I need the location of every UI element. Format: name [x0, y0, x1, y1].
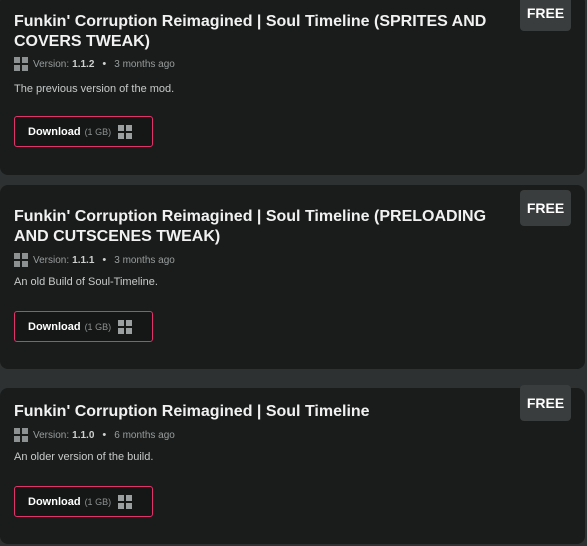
file-description: An older version of the build. [14, 451, 154, 463]
price-badge: FREE [520, 190, 571, 226]
file-title: Funkin' Corruption Reimagined | Soul Tim… [14, 403, 370, 420]
meta-separator: • [102, 254, 107, 266]
download-label: Download [28, 320, 81, 333]
price-badge: FREE [520, 0, 571, 31]
file-meta: Version: 1.1.2 • 3 months ago [14, 56, 175, 72]
windows-icon [118, 494, 133, 509]
file-card: Funkin' Corruption Reimagined | Soul Tim… [0, 0, 585, 175]
upload-age: 3 months ago [114, 58, 175, 70]
file-size: (1 GB) [84, 496, 112, 507]
version-label: Version: [33, 58, 70, 70]
windows-icon [118, 319, 133, 334]
download-button[interactable]: Download (1 GB) [14, 486, 153, 517]
windows-icon [14, 57, 28, 71]
version-number: 1.1.0 [72, 429, 95, 441]
version-number: 1.1.1 [72, 254, 95, 266]
file-description: The previous version of the mod. [14, 83, 175, 95]
windows-icon [14, 253, 28, 267]
file-title: Funkin' Corruption Reimagined | Soul Tim… [14, 13, 487, 50]
windows-icon [118, 124, 133, 139]
meta-separator: • [102, 58, 107, 70]
file-size: (1 GB) [84, 321, 112, 332]
download-button[interactable]: Download (1 GB) [14, 116, 153, 147]
file-title: Funkin' Corruption Reimagined | Soul Tim… [14, 208, 487, 245]
file-meta: Version: 1.1.0 • 6 months ago [14, 427, 175, 443]
file-card: Funkin' Corruption Reimagined | Soul Tim… [0, 185, 585, 369]
price-badge: FREE [520, 385, 571, 421]
version-label: Version: [33, 254, 70, 266]
upload-age: 6 months ago [114, 429, 175, 441]
download-label: Download [28, 125, 81, 138]
version-number: 1.1.2 [72, 58, 95, 70]
windows-icon [14, 428, 28, 442]
file-list: Funkin' Corruption Reimagined | Soul Tim… [0, 0, 587, 546]
download-label: Download [28, 495, 81, 508]
version-label: Version: [33, 429, 70, 441]
download-button[interactable]: Download (1 GB) [14, 311, 153, 342]
file-card: Funkin' Corruption Reimagined | Soul Tim… [0, 385, 585, 544]
file-size: (1 GB) [84, 126, 112, 137]
upload-age: 3 months ago [114, 254, 175, 266]
file-description: An old Build of Soul-Timeline. [14, 276, 158, 288]
file-meta: Version: 1.1.1 • 3 months ago [14, 252, 175, 268]
meta-separator: • [102, 429, 107, 441]
